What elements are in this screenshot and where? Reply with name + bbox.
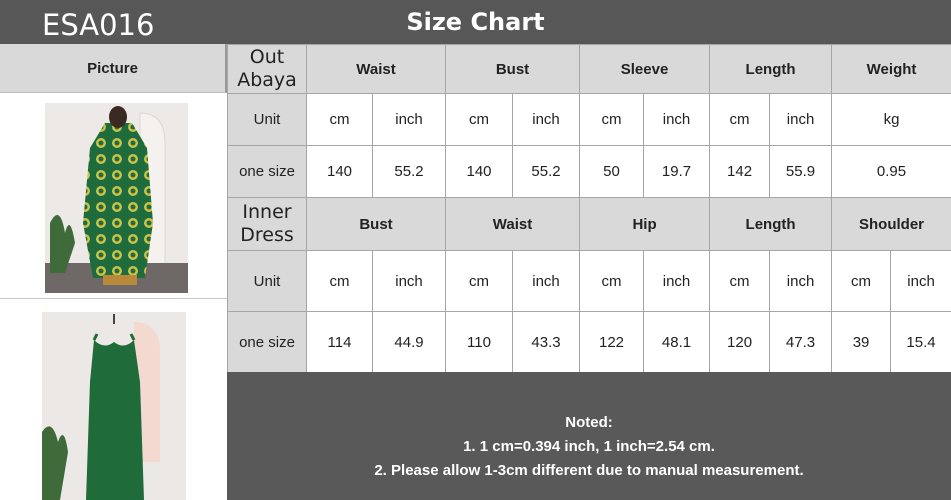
inner-value-cell: 122 [579, 311, 645, 373]
outer-unit-label: Unit [227, 93, 307, 146]
outer-unit-cell: kg [831, 93, 951, 146]
inner-unit-cell: inch [890, 250, 951, 312]
inner-unit-cell: inch [371, 250, 447, 312]
outer-unit-cell: inch [371, 93, 447, 146]
outer-value-cell: 142 [709, 145, 771, 198]
picture-column: Picture [0, 44, 227, 500]
inner-unit-cell: cm [709, 250, 771, 312]
page-title: Size Chart [406, 8, 545, 36]
outer-value-cell: 19.7 [643, 145, 711, 198]
notes-title: Noted: [565, 414, 613, 431]
notes-line-2: 2. Please allow 1-3cm different due to m… [374, 462, 804, 479]
inner-value-cell: 110 [445, 311, 514, 373]
out-abaya-label: Out Abaya [227, 44, 307, 94]
outer-value-cell: 50 [579, 145, 645, 198]
inner-value-cell: 43.3 [512, 311, 581, 373]
inner-unit-cell: inch [643, 250, 711, 312]
notes-panel: Noted: 1. 1 cm=0.394 inch, 1 inch=2.54 c… [227, 372, 951, 500]
inner-unit-cell: inch [769, 250, 833, 312]
inner-value-cell: 15.4 [890, 311, 951, 373]
outer-unit-cell: inch [643, 93, 711, 146]
inner-group-shoulder: Shoulder [831, 197, 951, 251]
inner-unit-cell: inch [512, 250, 581, 312]
header-bar: ESA016 Size Chart [0, 0, 951, 44]
outer-group-bust: Bust [445, 44, 581, 94]
outer-group-sleeve: Sleeve [579, 44, 711, 94]
outer-unit-cell: inch [769, 93, 833, 146]
inner-dress-label: Inner Dress [227, 197, 307, 251]
inner-value-cell: 39 [831, 311, 892, 373]
inner-group-hip: Hip [579, 197, 711, 251]
outer-value-cell: 0.95 [831, 145, 951, 198]
notes-line-1: 1. 1 cm=0.394 inch, 1 inch=2.54 cm. [463, 438, 715, 455]
inner-value-cell: 120 [709, 311, 771, 373]
outer-value-cell: 140 [306, 145, 373, 198]
picture-divider [0, 298, 227, 299]
outer-value-cell: 55.2 [371, 145, 447, 198]
outer-value-cell: 140 [445, 145, 514, 198]
inner-value-cell: 114 [306, 311, 373, 373]
size-table: Out Abaya Waist Bust Sleeve Length Weight… [227, 44, 951, 373]
abaya-photo [45, 103, 188, 293]
inner-unit-cell: cm [831, 250, 892, 312]
inner-group-bust: Bust [305, 197, 447, 251]
inner-unit-cell: cm [306, 250, 373, 312]
outer-value-cell: 55.9 [769, 145, 833, 198]
outer-unit-cell: cm [709, 93, 771, 146]
inner-group-length: Length [709, 197, 833, 251]
outer-group-weight: Weight [831, 44, 951, 94]
inner-unit-cell: cm [579, 250, 645, 312]
picture-header: Picture [0, 44, 227, 93]
outer-group-waist: Waist [305, 44, 447, 94]
outer-unit-cell: inch [512, 93, 581, 146]
outer-unit-cell: cm [579, 93, 645, 146]
inner-value-cell: 48.1 [643, 311, 711, 373]
outer-group-length: Length [709, 44, 833, 94]
outer-unit-cell: cm [306, 93, 373, 146]
outer-unit-cell: cm [445, 93, 514, 146]
inner-group-waist: Waist [445, 197, 581, 251]
inner-value-cell: 44.9 [371, 311, 447, 373]
outer-size-label: one size [227, 145, 307, 198]
inner-size-label: one size [227, 311, 307, 373]
inner-unit-cell: cm [445, 250, 514, 312]
inner-unit-label: Unit [227, 250, 307, 312]
inner-value-cell: 47.3 [769, 311, 833, 373]
outer-value-cell: 55.2 [512, 145, 581, 198]
inner-dress-photo [42, 312, 186, 500]
